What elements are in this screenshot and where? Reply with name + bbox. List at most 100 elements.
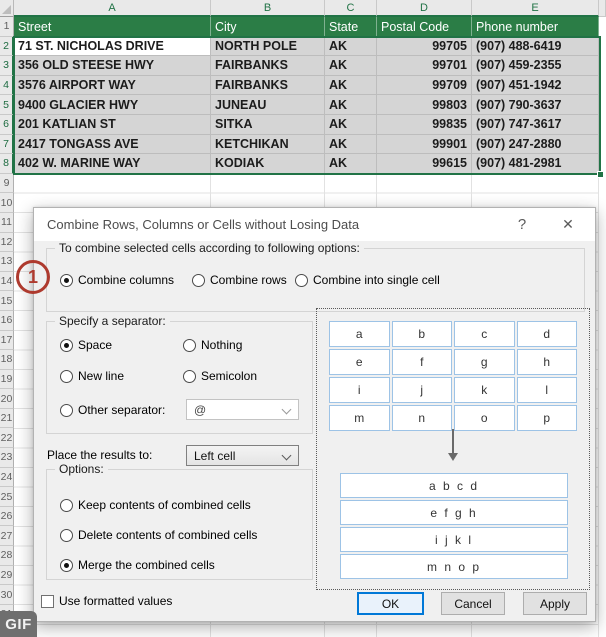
row-header-5[interactable]: 5 [0,95,14,115]
radio-delete-contents-of-combined-cells[interactable]: Delete contents of combined cells [60,528,257,542]
step-number: 1 [27,266,38,287]
cell-C1[interactable]: State [325,17,377,37]
row-header-16[interactable]: 16 [0,310,14,331]
cell-C5[interactable]: AK [325,95,377,115]
cell-C7[interactable]: AK [325,134,377,155]
cell-A5[interactable]: 9400 GLACIER HWY [14,95,211,115]
cell-A2[interactable]: 71 ST. NICHOLAS DRIVE [14,36,211,57]
cell-A7[interactable]: 2417 TONGASS AVE [14,134,211,155]
row-header-15[interactable]: 15 [0,291,14,311]
cell-A8[interactable]: 402 W. MARINE WAY [14,154,211,174]
row-header-7[interactable]: 7 [0,134,14,155]
radio-combine-columns[interactable]: Combine columns [60,273,174,287]
cell-A3[interactable]: 356 OLD STEESE HWY [14,56,211,76]
row-header-17[interactable]: 17 [0,330,14,351]
cell-D3[interactable]: 99701 [377,56,472,76]
cell-E1[interactable]: Phone number [472,17,599,37]
cell-D2[interactable]: 99705 [377,36,472,57]
cell-C8[interactable]: AK [325,154,377,174]
row-header-8[interactable]: 8 [0,154,14,174]
radio-combine-into-single-cell[interactable]: Combine into single cell [295,273,440,287]
radio-new-line[interactable]: New line [60,369,124,383]
row-header-24[interactable]: 24 [0,467,14,488]
cell-D1[interactable]: Postal Code [377,17,472,37]
cell-C2[interactable]: AK [325,36,377,57]
cell-B3[interactable]: FAIRBANKS [211,56,325,76]
cell-D5[interactable]: 99803 [377,95,472,115]
radio-merge-the-combined-cells[interactable]: Merge the combined cells [60,558,215,572]
cell-C4[interactable]: AK [325,75,377,96]
cell-B5[interactable]: JUNEAU [211,95,325,115]
row-header-9[interactable]: 9 [0,173,14,194]
row-header-29[interactable]: 29 [0,565,14,586]
row-header-19[interactable]: 19 [0,369,14,390]
row-header-30[interactable]: 30 [0,585,14,605]
cell-E6[interactable]: (907) 747-3617 [472,114,599,135]
radio-keep-contents-of-combined-cells[interactable]: Keep contents of combined cells [60,498,251,512]
row-header-12[interactable]: 12 [0,232,14,253]
row-header-6[interactable]: 6 [0,114,14,135]
close-button[interactable]: ✕ [553,208,583,241]
row-header-23[interactable]: 23 [0,448,14,468]
row-header-11[interactable]: 11 [0,212,14,233]
row-header-13[interactable]: 13 [0,252,14,272]
cell-E3[interactable]: (907) 459-2355 [472,56,599,76]
radio-combine-rows[interactable]: Combine rows [192,273,287,287]
cell-A4[interactable]: 3576 AIRPORT WAY [14,75,211,96]
cell-E2[interactable]: (907) 488-6419 [472,36,599,57]
select-all-corner[interactable] [0,0,14,17]
cancel-button[interactable]: Cancel [441,592,505,615]
row-header-21[interactable]: 21 [0,408,14,429]
cell-B6[interactable]: SITKA [211,114,325,135]
ok-button[interactable]: OK [357,592,424,615]
column-header-A[interactable]: A [14,0,211,17]
column-header-C[interactable]: C [325,0,377,17]
row-header-4[interactable]: 4 [0,75,14,96]
use-formatted-checkbox[interactable]: Use formatted values [41,594,172,608]
combine-mode-group-label: To combine selected cells according to f… [55,241,364,255]
row-header-22[interactable]: 22 [0,428,14,449]
row-header-1[interactable]: 1 [0,17,14,37]
row-header-26[interactable]: 26 [0,506,14,527]
radio-semicolon[interactable]: Semicolon [183,369,257,383]
row-header-28[interactable]: 28 [0,546,14,566]
cell-C3[interactable]: AK [325,56,377,76]
cell-E5[interactable]: (907) 790-3637 [472,95,599,115]
column-headers: ABCDE [0,0,606,17]
column-header-D[interactable]: D [377,0,472,17]
row-header-25[interactable]: 25 [0,487,14,507]
row-header-20[interactable]: 20 [0,389,14,409]
cell-E4[interactable]: (907) 451-1942 [472,75,599,96]
place-results-dropdown[interactable]: Left cell [186,445,299,466]
row-header-14[interactable]: 14 [0,271,14,292]
cell-A1[interactable]: Street [14,17,211,37]
cell-A6[interactable]: 201 KATLIAN ST [14,114,211,135]
cell-E7[interactable]: (907) 247-2880 [472,134,599,155]
cell-D7[interactable]: 99901 [377,134,472,155]
row-header-18[interactable]: 18 [0,350,14,370]
cell-D4[interactable]: 99709 [377,75,472,96]
radio-other-separator[interactable]: Other separator: [60,403,165,417]
fill-handle[interactable] [597,171,604,178]
cell-E8[interactable]: (907) 481-2981 [472,154,599,174]
cell-D8[interactable]: 99615 [377,154,472,174]
cell-B7[interactable]: KETCHIKAN [211,134,325,155]
row-header-3[interactable]: 3 [0,56,14,76]
cell-B8[interactable]: KODIAK [211,154,325,174]
apply-button[interactable]: Apply [523,592,587,615]
row-header-27[interactable]: 27 [0,526,14,547]
cell-B1[interactable]: City [211,17,325,37]
help-button[interactable]: ? [507,208,537,241]
cell-B4[interactable]: FAIRBANKS [211,75,325,96]
row-header-2[interactable]: 2 [0,36,14,57]
column-header-E[interactable]: E [472,0,599,17]
radio-space[interactable]: Space [60,338,112,352]
column-header-B[interactable]: B [211,0,325,17]
row-header-10[interactable]: 10 [0,193,14,213]
cell-D6[interactable]: 99835 [377,114,472,135]
chevron-down-icon [281,404,292,415]
radio-nothing[interactable]: Nothing [183,338,242,352]
cell-C6[interactable]: AK [325,114,377,135]
other-separator-input[interactable]: @ [186,399,299,420]
cell-B2[interactable]: NORTH POLE [211,36,325,57]
